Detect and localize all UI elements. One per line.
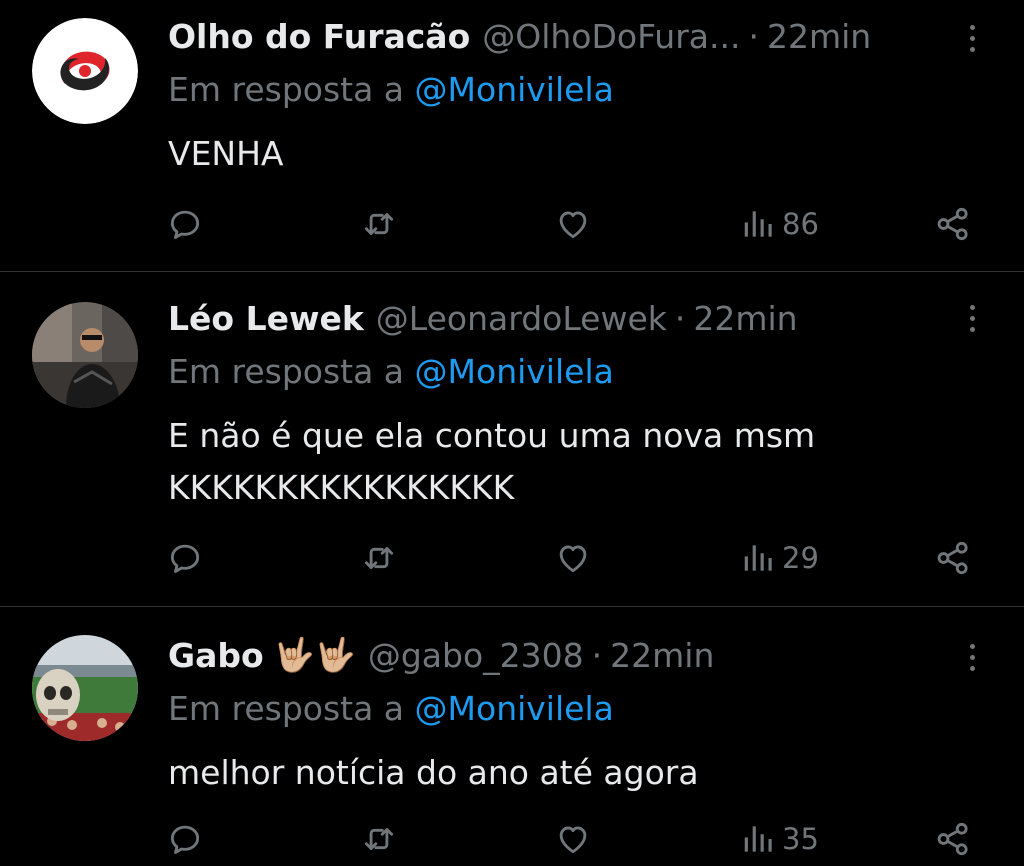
views-icon <box>740 820 778 858</box>
tweet-text: melhor notícia do ano até agora <box>168 753 699 792</box>
like-button[interactable] <box>554 204 592 244</box>
more-icon[interactable] <box>960 18 984 58</box>
hurricane-logo-icon <box>32 18 138 124</box>
avatar[interactable] <box>32 635 138 741</box>
like-icon <box>554 205 592 243</box>
replying-to: Em resposta a @Monivilela <box>168 352 614 391</box>
views-button[interactable]: 35 <box>740 819 819 859</box>
action-bar: 29 <box>0 538 1024 578</box>
views-count: 86 <box>782 207 819 241</box>
reply-feed: Olho do Furacão @OlhoDoFura... · 22min E… <box>0 0 1024 866</box>
share-button[interactable] <box>934 538 972 578</box>
reply-button[interactable] <box>166 538 204 578</box>
timestamp[interactable]: 22min <box>693 299 797 338</box>
like-button[interactable] <box>554 819 592 859</box>
display-name[interactable]: Olho do Furacão <box>168 17 470 56</box>
timestamp[interactable]: 22min <box>610 636 714 675</box>
separator: · <box>674 298 686 338</box>
reply-button[interactable] <box>166 819 204 859</box>
mention-link[interactable]: @Monivilela <box>415 70 614 109</box>
like-icon <box>554 539 592 577</box>
views-button[interactable]: 86 <box>740 204 819 244</box>
more-icon[interactable] <box>960 298 984 338</box>
tweet-header: Gabo 🤟🏼🤟🏼 @gabo_2308 · 22min <box>168 633 714 677</box>
separator: · <box>591 635 603 675</box>
tweet-header: Olho do Furacão @OlhoDoFura... · 22min <box>168 14 871 58</box>
retweet-icon <box>360 205 398 243</box>
views-icon <box>740 205 778 243</box>
retweet-icon <box>360 539 398 577</box>
skull-stadium-photo-icon <box>32 635 138 741</box>
replying-label: Em resposta a <box>168 70 405 109</box>
mention-link[interactable]: @Monivilela <box>415 352 614 391</box>
avatar[interactable] <box>32 18 138 124</box>
user-handle[interactable]: @LeonardoLewek <box>376 299 667 338</box>
tweet[interactable]: Gabo 🤟🏼🤟🏼 @gabo_2308 · 22min Em resposta… <box>0 607 1024 866</box>
retweet-button[interactable] <box>360 819 398 859</box>
user-handle[interactable]: @gabo_2308 <box>368 636 584 675</box>
replying-label: Em resposta a <box>168 689 405 728</box>
tweet[interactable]: Léo Lewek @LeonardoLewek · 22min Em resp… <box>0 272 1024 607</box>
reply-button[interactable] <box>166 204 204 244</box>
name-emoji: 🤟🏼🤟🏼 <box>273 635 356 674</box>
reply-icon <box>166 820 204 858</box>
retweet-icon <box>360 820 398 858</box>
more-icon[interactable] <box>960 637 984 677</box>
reply-icon <box>166 539 204 577</box>
tweet-header: Léo Lewek @LeonardoLewek · 22min <box>168 296 798 340</box>
avatar[interactable] <box>32 302 138 408</box>
retweet-button[interactable] <box>360 204 398 244</box>
timestamp[interactable]: 22min <box>767 17 871 56</box>
tweet-text: VENHA <box>168 134 284 173</box>
user-handle[interactable]: @OlhoDoFura... <box>482 17 740 56</box>
tweet-text: E não é que ela contou uma nova msm KKKK… <box>168 416 816 507</box>
share-icon <box>934 205 972 243</box>
mention-link[interactable]: @Monivilela <box>415 689 614 728</box>
action-bar: 86 <box>0 204 1024 244</box>
views-count: 29 <box>782 541 819 575</box>
like-icon <box>554 820 592 858</box>
replying-to: Em resposta a @Monivilela <box>168 70 614 109</box>
display-name[interactable]: Léo Lewek <box>168 299 364 338</box>
share-icon <box>934 539 972 577</box>
action-bar: 35 <box>0 819 1024 859</box>
separator: · <box>748 16 759 56</box>
person-photo-icon <box>32 302 138 408</box>
views-button[interactable]: 29 <box>740 538 819 578</box>
share-icon <box>934 820 972 858</box>
share-button[interactable] <box>934 819 972 859</box>
like-button[interactable] <box>554 538 592 578</box>
share-button[interactable] <box>934 204 972 244</box>
views-icon <box>740 539 778 577</box>
display-name[interactable]: Gabo <box>168 636 264 675</box>
tweet[interactable]: Olho do Furacão @OlhoDoFura... · 22min E… <box>0 0 1024 272</box>
retweet-button[interactable] <box>360 538 398 578</box>
views-count: 35 <box>782 822 819 856</box>
replying-label: Em resposta a <box>168 352 405 391</box>
reply-icon <box>166 205 204 243</box>
replying-to: Em resposta a @Monivilela <box>168 689 614 728</box>
